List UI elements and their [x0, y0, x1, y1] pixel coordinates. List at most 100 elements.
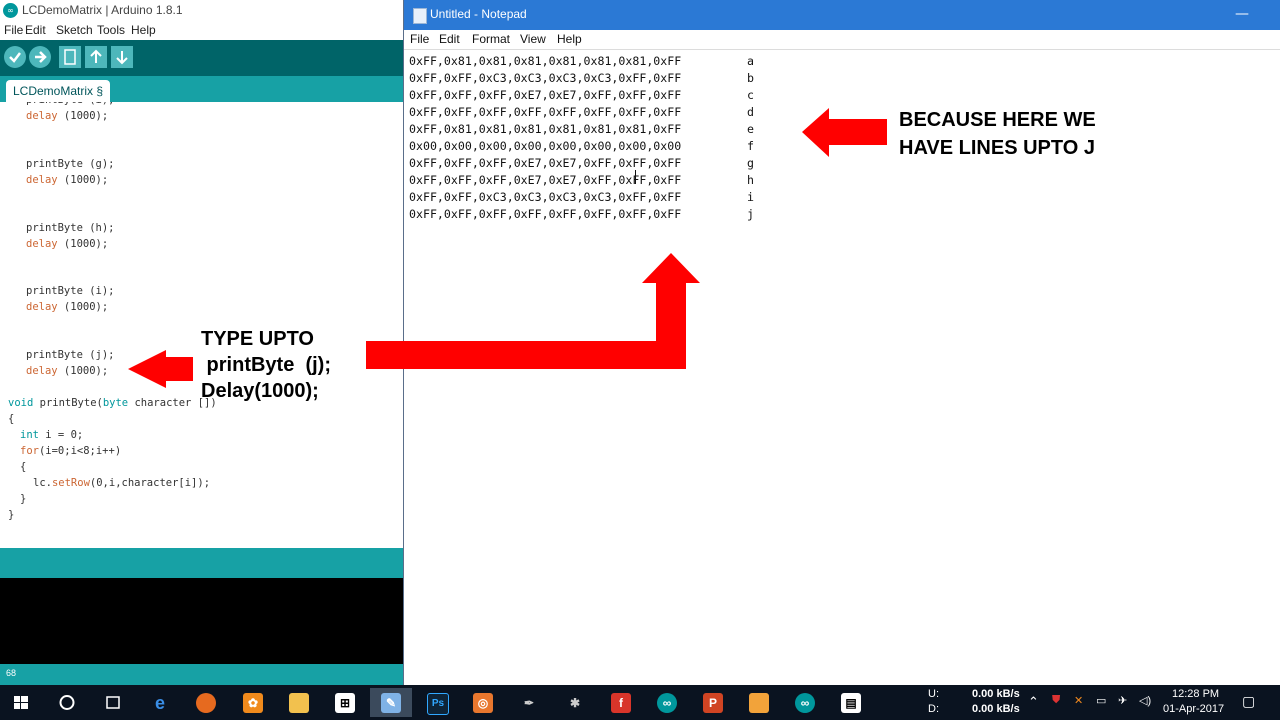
battery-icon[interactable]: ▭ [1096, 694, 1106, 707]
paint-icon [749, 693, 769, 713]
annotation-right-line1: BECAUSE HERE WE [899, 109, 1096, 131]
verify-button[interactable] [4, 46, 26, 68]
net-down-label: D: [928, 703, 939, 715]
hex-row: 0xFF,0xFF,0xFF,0xFF,0xFF,0xFF,0xFF,0xFF [409, 207, 682, 221]
taskbar-arduino-2[interactable]: ∞ [788, 688, 822, 717]
taskbar-store[interactable]: ⊞ [328, 688, 362, 717]
arduino-menu-edit[interactable]: Edit [25, 23, 46, 37]
taskbar-orange-app[interactable]: ◎ [466, 688, 500, 717]
hex-row: 0xFF,0xFF,0xC3,0xC3,0xC3,0xC3,0xFF,0xFF [409, 190, 682, 204]
arduino-status-bar: 68 [0, 664, 403, 685]
arduino-menu-help[interactable]: Help [131, 23, 156, 37]
tab-lcdemomatrix[interactable]: LCDemoMatrix § [6, 80, 110, 102]
arrow-down-icon [116, 51, 128, 65]
annotation-left-line1: TYPE UPTO [201, 328, 314, 350]
row-letter: h [747, 173, 754, 187]
taskbar-atom-app[interactable]: ✱ [558, 688, 592, 717]
hex-row: 0xFF,0xFF,0xFF,0xE7,0xE7,0xFF,0xFF,0xFF [409, 156, 682, 170]
taskbar-uc-browser[interactable]: ✿ [236, 688, 270, 717]
arduino-toolbar [0, 40, 403, 76]
task-view-button[interactable] [96, 688, 130, 717]
minimize-button[interactable]: — [1234, 6, 1250, 24]
start-button[interactable] [4, 688, 38, 717]
row-letter: c [747, 88, 754, 102]
clock-time[interactable]: 12:28 PM [1172, 688, 1219, 700]
arduino-menu-bar: File Edit Sketch Tools Help [0, 22, 403, 40]
row-letter: b [747, 71, 754, 85]
code-line: for(i=0;i<8;i++) [20, 444, 122, 457]
network-icon[interactable]: ✈ [1118, 694, 1127, 707]
notepad-menu-file[interactable]: File [410, 32, 429, 46]
code-line: printByte (i); [26, 102, 115, 106]
notepad-menu-help[interactable]: Help [557, 32, 582, 46]
new-file-icon [64, 49, 76, 65]
annotation-right-line2: HAVE LINES UPTO J [899, 137, 1095, 159]
code-line: } [8, 508, 15, 521]
arduino-title-bar[interactable]: ∞ LCDemoMatrix | Arduino 1.8.1 [0, 0, 403, 22]
notepad-menu-view[interactable]: View [520, 32, 546, 46]
line-number-indicator: 68 [6, 668, 17, 678]
code-line: printByte (h); [26, 221, 115, 234]
pen-icon: ✒ [523, 696, 535, 710]
arduino-menu-file[interactable]: File [4, 23, 23, 37]
net-down-speed: 0.00 kB/s [972, 703, 1020, 715]
arduino-menu-tools[interactable]: Tools [97, 23, 125, 37]
hex-row: 0xFF,0xFF,0xFF,0xFF,0xFF,0xFF,0xFF,0xFF [409, 105, 682, 119]
code-line: printByte (g); [26, 157, 115, 170]
circle-icon [59, 695, 75, 710]
shield-icon[interactable]: ⛊ [1052, 694, 1060, 707]
annotation-right: BECAUSE HERE WE HAVE LINES UPTO J [899, 106, 1096, 162]
code-line: delay (1000); [26, 173, 109, 186]
taskbar-photoshop[interactable]: Ps [420, 688, 454, 717]
avast-icon[interactable]: ✕ [1074, 694, 1083, 707]
notepad-window-title: Untitled - Notepad [430, 7, 527, 21]
powerpoint-icon: P [703, 693, 723, 713]
code-line: printByte (i); [26, 285, 115, 298]
folder-icon [289, 693, 309, 713]
cortana-button[interactable] [50, 688, 84, 717]
taskbar-edge[interactable]: e [143, 688, 177, 717]
arduino-logo-icon: ∞ [3, 3, 18, 18]
row-letter: a [747, 54, 754, 68]
task-view-icon [106, 696, 120, 709]
notepad-menu-format[interactable]: Format [472, 32, 510, 46]
taskbar-firefox[interactable] [189, 688, 223, 717]
text-caret [635, 170, 636, 184]
save-sketch-button[interactable] [111, 46, 133, 68]
arduino-menu-sketch[interactable]: Sketch [56, 23, 93, 37]
upload-button[interactable] [29, 46, 51, 68]
notepad-title-bar[interactable]: Untitled - Notepad — [404, 0, 1280, 30]
code-line: void printByte(byte character []) [8, 397, 217, 410]
taskbar-file-explorer[interactable] [282, 688, 316, 717]
taskbar-paint[interactable] [742, 688, 776, 717]
arrow-right-icon [35, 51, 47, 63]
taskbar-arduino-1[interactable]: ∞ [650, 688, 684, 717]
row-letter: f [747, 139, 754, 153]
taskbar-video-editor[interactable]: ▤ [834, 688, 868, 717]
clock-date[interactable]: 01-Apr-2017 [1163, 703, 1224, 715]
volume-icon[interactable]: ◁) [1139, 694, 1151, 707]
annotation-left-line3: Delay(1000); [201, 380, 319, 402]
arduino-code-editor[interactable]: printByte (i); delay (1000); printByte (g)… [0, 102, 403, 548]
taskbar-pen-app[interactable]: ✒ [512, 688, 546, 717]
row-letter: j [747, 207, 754, 221]
new-sketch-button[interactable] [59, 46, 81, 68]
open-sketch-button[interactable] [85, 46, 107, 68]
taskbar-notepad[interactable]: ✎ [370, 688, 412, 717]
taskbar-powerpoint[interactable]: P [696, 688, 730, 717]
taskbar-foxit[interactable]: f [604, 688, 638, 717]
code-line: delay (1000); [26, 365, 109, 378]
hex-row: 0x00,0x00,0x00,0x00,0x00,0x00,0x00,0x00 [409, 139, 682, 153]
checkmark-icon [9, 52, 21, 63]
notepad-text-area[interactable]: 0xFF,0x81,0x81,0x81,0x81,0x81,0x81,0xFF a… [404, 49, 1280, 686]
annotation-left-line2: printByte (j); [201, 354, 331, 376]
notifications-icon[interactable]: ▢ [1242, 693, 1255, 710]
windows-taskbar: e ✿ ⊞ ✎ Ps ◎ ✒ ✱ f ∞ P ∞ ▤ U: D: 0.00 kB… [0, 685, 1280, 720]
notepad-menu-edit[interactable]: Edit [439, 32, 460, 46]
row-letter: g [747, 156, 754, 170]
code-line: int i = 0; [20, 428, 84, 441]
chevron-up-icon[interactable]: ⌃ [1028, 694, 1039, 710]
code-line: lc.setRow(0,i,character[i]); [33, 476, 211, 489]
hex-row: 0xFF,0xFF,0xFF,0xE7,0xE7,0xFF,0xFF,0xFF [409, 173, 682, 187]
annotation-left: TYPE UPTO printByte (j); Delay(1000); [201, 326, 331, 404]
